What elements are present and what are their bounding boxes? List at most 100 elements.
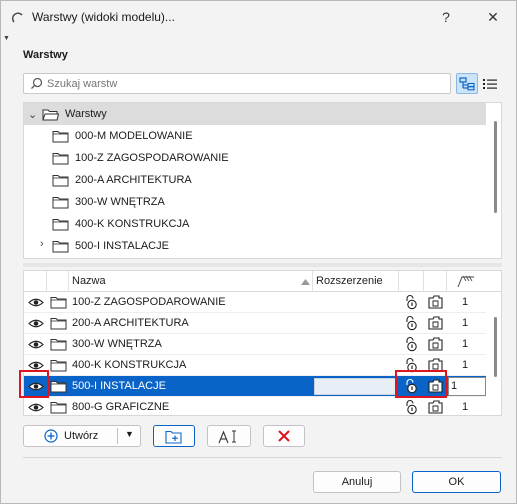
- delete-button[interactable]: [263, 425, 305, 447]
- help-button[interactable]: ?: [423, 1, 469, 33]
- tree-item-label: 400-K KONSTRUKCJA: [75, 218, 190, 230]
- column-separator: [446, 271, 447, 292]
- wireframe-icon[interactable]: [428, 316, 443, 330]
- tree-root-label: Warstwy: [65, 108, 107, 120]
- folder-icon: [50, 360, 67, 372]
- wireframe-icon[interactable]: [428, 295, 443, 309]
- column-separator: [46, 271, 47, 292]
- tree-item-label: 300-W WNĘTRZA: [75, 196, 165, 208]
- folder-icon: [50, 339, 67, 351]
- open-folder-icon: [42, 109, 59, 120]
- split-separator: [117, 428, 118, 444]
- layer-name: 300-W WNĘTRZA: [72, 338, 162, 350]
- table-row[interactable]: 200-A ARCHITEKTURA 1: [24, 313, 486, 334]
- collapse-arrow-icon[interactable]: ▼: [3, 35, 10, 42]
- create-label: Utwórz: [64, 430, 99, 442]
- lock-icon[interactable]: [403, 315, 419, 331]
- intersection-priority-icon[interactable]: [457, 274, 475, 288]
- cancel-button[interactable]: Anuluj: [313, 471, 401, 493]
- tree-view-button[interactable]: [456, 73, 478, 94]
- lock-icon[interactable]: [403, 294, 419, 310]
- intersection-number[interactable]: 1: [462, 338, 468, 350]
- footer-separator: [23, 457, 502, 458]
- app-icon: [11, 12, 23, 23]
- tree-item-label: 200-A ARCHITEKTURA: [75, 174, 192, 186]
- rename-icon: [218, 430, 236, 443]
- split-divider[interactable]: [23, 263, 502, 267]
- table-row[interactable]: 300-W WNĘTRZA 1: [24, 334, 486, 355]
- intersection-number[interactable]: 1: [462, 296, 468, 308]
- search-icon: [31, 77, 43, 89]
- column-header-extension[interactable]: Rozszerzenie: [316, 275, 383, 287]
- tree-item-label: 000-M MODELOWANIE: [75, 130, 193, 142]
- tree-item[interactable]: 400-K KONSTRUKCJA: [52, 213, 189, 235]
- folder-icon: [50, 318, 67, 330]
- tree-item[interactable]: 300-W WNĘTRZA: [52, 191, 165, 213]
- section-title: Warstwy: [23, 49, 68, 61]
- plus-circle-icon: [44, 429, 58, 443]
- intersection-number[interactable]: 1: [451, 380, 457, 392]
- eye-icon[interactable]: [28, 339, 44, 350]
- table-row[interactable]: 100-Z ZAGOSPODAROWANIE 1: [24, 292, 486, 313]
- folder-icon: [50, 297, 67, 309]
- close-button[interactable]: ✕: [470, 1, 516, 33]
- rename-button[interactable]: [207, 425, 251, 447]
- tree-item[interactable]: 000-M MODELOWANIE: [52, 125, 193, 147]
- eye-icon[interactable]: [28, 402, 44, 413]
- tree-item[interactable]: 100-Z ZAGOSPODAROWANIE: [52, 147, 229, 169]
- chevron-right-icon[interactable]: ›: [40, 238, 50, 250]
- folder-icon: [52, 130, 69, 142]
- ok-button[interactable]: OK: [412, 471, 501, 493]
- table-row[interactable]: 800-G GRAFICZNE 1: [24, 397, 486, 415]
- intersection-number-input[interactable]: 1: [448, 377, 486, 396]
- lock-icon[interactable]: [403, 336, 419, 352]
- intersection-number[interactable]: 1: [462, 359, 468, 371]
- layer-name: 400-K KONSTRUKCJA: [72, 359, 187, 371]
- tree-scrollbar[interactable]: [494, 121, 497, 213]
- folder-icon: [52, 174, 69, 186]
- delete-icon: [278, 430, 290, 442]
- column-separator: [398, 271, 399, 292]
- column-separator: [312, 271, 313, 292]
- list-view-button[interactable]: [479, 73, 501, 94]
- lock-icon[interactable]: [403, 399, 419, 415]
- new-folder-button[interactable]: [153, 425, 195, 447]
- table-scrollbar[interactable]: [494, 317, 497, 377]
- create-button[interactable]: Utwórz ▼: [23, 425, 141, 447]
- title-bar: Warstwy (widoki modelu)... ? ✕: [1, 1, 516, 33]
- folder-icon: [52, 240, 69, 252]
- eye-icon[interactable]: [28, 297, 44, 308]
- list-view-icon: [483, 78, 497, 89]
- new-folder-icon: [165, 430, 182, 444]
- folder-icon: [52, 152, 69, 164]
- layer-name: 800-G GRAFICZNE: [72, 401, 170, 413]
- layer-tree: ⌄ Warstwy 000-M MODELOWANIE 100-Z ZAGOSP…: [23, 102, 502, 259]
- layer-name: 500-I INSTALACJE: [72, 380, 166, 392]
- tree-root[interactable]: ⌄ Warstwy: [28, 103, 107, 125]
- intersection-number[interactable]: 1: [462, 317, 468, 329]
- column-header-name[interactable]: Nazwa: [72, 275, 106, 287]
- search-input[interactable]: [47, 76, 442, 91]
- tree-item-label: 500-I INSTALACJE: [75, 240, 169, 252]
- intersection-number[interactable]: 1: [462, 401, 468, 413]
- layers-dialog: Warstwy (widoki modelu)... ? ✕ ▼ Warstwy: [0, 0, 517, 504]
- chevron-down-icon[interactable]: ⌄: [28, 108, 42, 121]
- highlight-lock-wireframe: [395, 370, 447, 398]
- folder-icon: [50, 402, 67, 414]
- tree-view-icon: [459, 76, 475, 90]
- search-box[interactable]: [23, 73, 451, 94]
- tree-item[interactable]: 500-I INSTALACJE: [52, 235, 169, 257]
- folder-icon: [52, 196, 69, 208]
- eye-icon[interactable]: [28, 318, 44, 329]
- highlight-eye: [19, 370, 49, 398]
- table-header: Nazwa Rozszerzenie: [24, 271, 501, 292]
- tree-item[interactable]: 200-A ARCHITEKTURA: [52, 169, 192, 191]
- wireframe-icon[interactable]: [428, 337, 443, 351]
- layer-name: 100-Z ZAGOSPODAROWANIE: [72, 296, 226, 308]
- dropdown-arrow-icon[interactable]: ▼: [125, 429, 134, 439]
- sort-arrow-icon[interactable]: [301, 279, 310, 285]
- wireframe-icon[interactable]: [428, 400, 443, 414]
- tree-item-label: 100-Z ZAGOSPODAROWANIE: [75, 152, 229, 164]
- column-separator: [68, 271, 69, 292]
- extension-field[interactable]: [314, 378, 396, 395]
